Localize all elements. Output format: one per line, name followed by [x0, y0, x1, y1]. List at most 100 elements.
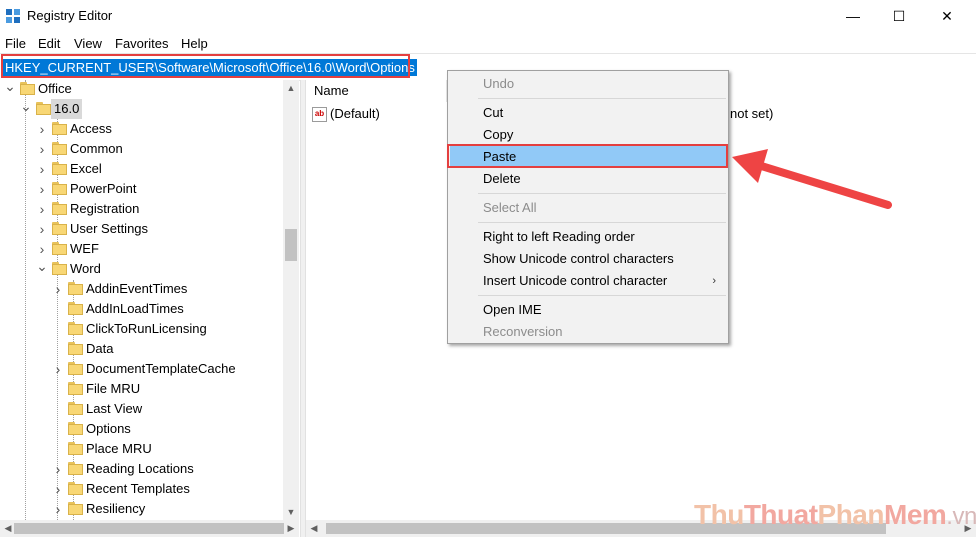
context-menu: Undo Cut Copy Paste Delete Select All Right to… — [447, 70, 729, 344]
menu-item-select-all: Select All — [450, 197, 726, 219]
menu-item-delete[interactable]: Delete — [450, 168, 726, 190]
tree-item-resiliency[interactable]: › Resiliency — [0, 499, 283, 519]
scroll-down-icon[interactable]: ▼ — [283, 504, 299, 520]
tree-item-last-view[interactable]: Last View — [0, 399, 283, 419]
tree-item-label: Word — [70, 261, 101, 276]
tree-item-label: Place MRU — [86, 441, 152, 456]
tree-item-registration[interactable]: › Registration — [0, 199, 283, 219]
folder-icon — [52, 202, 67, 215]
tree-item-documenttemplatecache[interactable]: › DocumentTemplateCache — [0, 359, 283, 379]
values-scroll-left-icon[interactable]: ◀ — [306, 520, 322, 536]
menu-file[interactable]: File — [5, 36, 26, 51]
menu-item-copy[interactable]: Copy — [450, 124, 726, 146]
expand-chevron-icon[interactable]: › — [36, 139, 48, 159]
expand-chevron-icon[interactable]: › — [52, 459, 64, 479]
tree-item-label: 16.0 — [51, 99, 83, 119]
expand-chevron-icon[interactable]: › — [52, 479, 64, 499]
menu-favorites[interactable]: Favorites — [115, 36, 168, 51]
expand-chevron-icon[interactable]: › — [36, 199, 48, 219]
minimize-icon: — — [846, 8, 860, 24]
menu-item-label: Undo — [483, 76, 515, 91]
menu-item-insert-unicode-control-character[interactable]: Insert Unicode control character › — [450, 270, 726, 292]
tree-vertical-scrollbar[interactable]: ▲ ▼ — [283, 80, 299, 520]
menu-item-label: Cut — [483, 105, 504, 120]
tree-hscroll-thumb[interactable] — [14, 523, 284, 534]
tree-item-reading-locations[interactable]: › Reading Locations — [0, 459, 283, 479]
tree-item-label: Data — [86, 341, 114, 356]
menu-help[interactable]: Help — [181, 36, 208, 51]
tree-item-clicktorunlicensing[interactable]: ClickToRunLicensing — [0, 319, 283, 339]
scroll-up-icon[interactable]: ▲ — [283, 80, 299, 96]
menu-item-label: Reconversion — [483, 324, 563, 339]
collapse-chevron-icon[interactable]: ⌄ — [20, 99, 32, 119]
expand-chevron-icon[interactable]: › — [36, 159, 48, 179]
menu-item-undo: Undo — [450, 73, 726, 95]
tree-item-label: AddInLoadTimes — [86, 301, 184, 316]
collapse-chevron-icon[interactable]: ⌄ — [36, 259, 48, 279]
tree-item-label: Excel — [70, 161, 102, 176]
folder-icon — [52, 142, 67, 155]
minimize-button[interactable]: — — [830, 0, 876, 32]
folder-icon — [52, 182, 67, 195]
tree-item-excel[interactable]: › Excel — [0, 159, 283, 179]
tree-item-label: Last View — [86, 401, 143, 416]
expand-chevron-icon[interactable]: › — [36, 239, 48, 259]
address-highlight-box — [1, 54, 410, 78]
menu-item-show-unicode-control-characters[interactable]: Show Unicode control characters — [450, 248, 726, 270]
folder-icon — [68, 322, 83, 335]
tree-item-addineventtimes[interactable]: › AddinEventTimes — [0, 279, 283, 299]
tree-item-place-mru[interactable]: Place MRU — [0, 439, 283, 459]
tree-item-label: WEF — [70, 241, 99, 256]
tree-item-user-settings[interactable]: › User Settings — [0, 219, 283, 239]
menu-item-open-ime[interactable]: Open IME — [450, 299, 726, 321]
close-button[interactable]: ✕ — [924, 0, 970, 32]
tree-item-access[interactable]: › Access — [0, 119, 283, 139]
folder-icon — [68, 482, 83, 495]
scroll-right-icon[interactable]: ▶ — [283, 520, 299, 536]
value-row[interactable]: ab (Default) — [312, 104, 380, 124]
column-header-name[interactable]: Name — [314, 83, 349, 98]
tree-item-powerpoint[interactable]: › PowerPoint — [0, 179, 283, 199]
tree-item-options[interactable]: Options — [0, 419, 283, 439]
submenu-arrow-icon: › — [712, 275, 716, 287]
tree-item-16-0[interactable]: ⌄ 16.0 — [0, 99, 283, 119]
folder-icon — [68, 442, 83, 455]
tree-item-label: Options — [86, 421, 131, 436]
folder-icon — [52, 262, 67, 275]
tree-item-label: Office — [38, 81, 72, 96]
expand-chevron-icon[interactable]: › — [52, 499, 64, 519]
tree-item-label: Resiliency — [86, 501, 146, 516]
menu-item-right-to-left-reading-order[interactable]: Right to left Reading order — [450, 226, 726, 248]
tree-item-recent-templates[interactable]: › Recent Templates — [0, 479, 283, 499]
pointer-arrow-icon — [732, 149, 892, 209]
tree-item-label: Recent Templates — [86, 481, 190, 496]
key-tree[interactable]: ⌄ Office ⌄ 16.0 › Access › Common › Excel › PowerPo… — [0, 80, 299, 520]
collapse-chevron-icon[interactable]: ⌄ — [4, 80, 16, 99]
maximize-button[interactable]: ☐ — [876, 0, 922, 32]
folder-icon — [36, 102, 51, 115]
tree-item-office[interactable]: ⌄ Office — [0, 80, 283, 99]
folder-icon — [52, 242, 67, 255]
expand-chevron-icon[interactable]: › — [36, 179, 48, 199]
menu-item-cut[interactable]: Cut — [450, 102, 726, 124]
tree-item-common[interactable]: › Common — [0, 139, 283, 159]
folder-icon — [68, 422, 83, 435]
tree-item-wef[interactable]: › WEF — [0, 239, 283, 259]
menu-view[interactable]: View — [74, 36, 102, 51]
string-value-icon: ab — [312, 107, 327, 123]
tree-item-file-mru[interactable]: File MRU — [0, 379, 283, 399]
tree-item-word[interactable]: ⌄ Word — [0, 259, 283, 279]
expand-chevron-icon[interactable]: › — [36, 219, 48, 239]
menu-item-label: Show Unicode control characters — [483, 251, 674, 266]
tree-item-addinloadtimes[interactable]: AddInLoadTimes — [0, 299, 283, 319]
menu-separator — [478, 193, 726, 194]
tree-scroll-thumb[interactable] — [285, 229, 297, 261]
folder-icon — [68, 382, 83, 395]
menu-edit[interactable]: Edit — [38, 36, 60, 51]
expand-chevron-icon[interactable]: › — [52, 359, 64, 379]
expand-chevron-icon[interactable]: › — [36, 119, 48, 139]
folder-icon — [52, 122, 67, 135]
tree-item-data[interactable]: Data — [0, 339, 283, 359]
title-bar: Registry Editor — ☐ ✕ — [0, 0, 976, 32]
expand-chevron-icon[interactable]: › — [52, 279, 64, 299]
